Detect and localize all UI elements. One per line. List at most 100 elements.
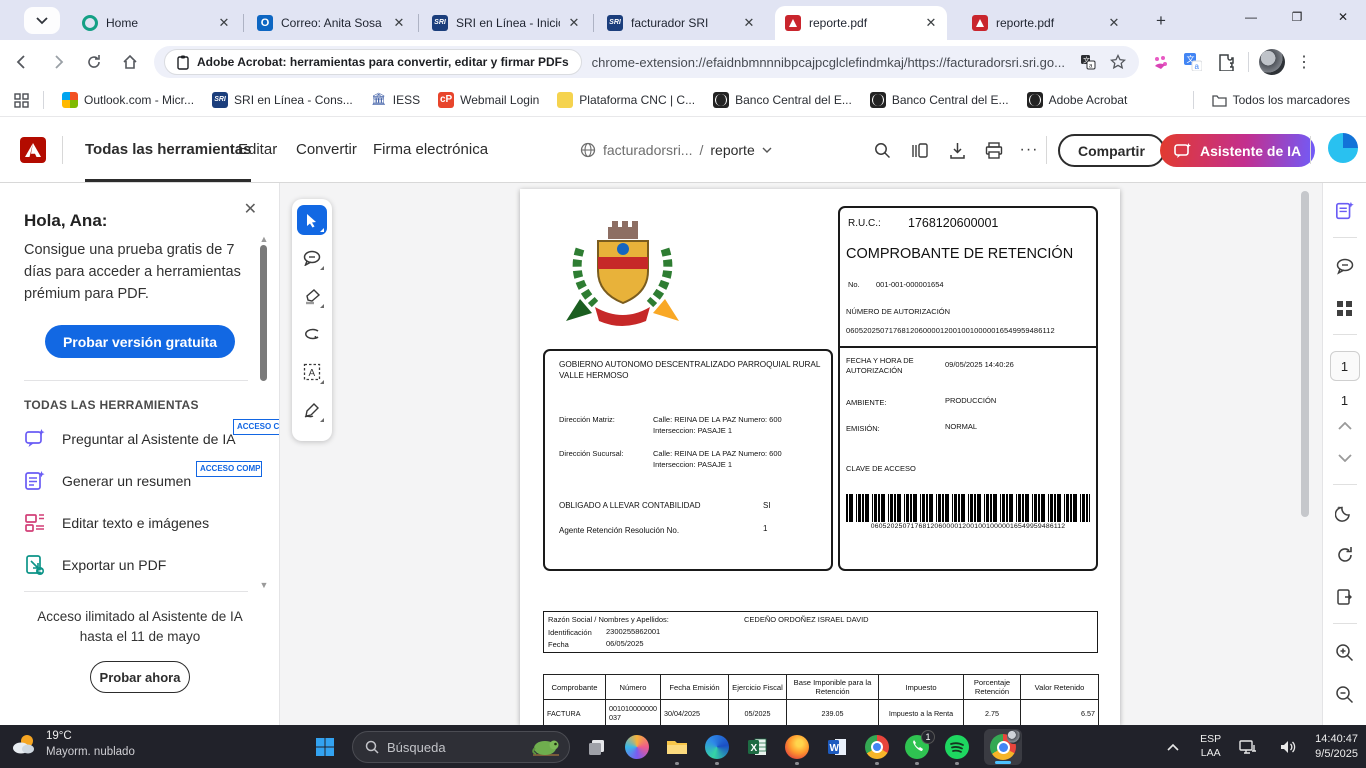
taskbar-search[interactable]: Búsqueda — [352, 731, 570, 763]
bookmark-outlook[interactable]: Outlook.com - Micr... — [62, 92, 194, 108]
tab-home[interactable]: Home ✕ — [72, 6, 240, 40]
close-panel-icon[interactable]: ✕ — [244, 199, 257, 219]
maximize-button[interactable]: ❐ — [1274, 0, 1320, 34]
hidden-icons-chevron[interactable] — [1160, 734, 1186, 760]
try-now-button[interactable]: Probar ahora — [90, 661, 190, 693]
start-button[interactable] — [312, 734, 338, 760]
tab-search-button[interactable] — [24, 7, 60, 34]
site-info-chip[interactable]: Adobe Acrobat: herramientas para convert… — [164, 49, 582, 75]
new-tab-button[interactable]: + — [1150, 10, 1172, 32]
free-trial-button[interactable]: Probar versión gratuita — [45, 325, 235, 358]
highlight-tool-button[interactable] — [297, 281, 327, 311]
whatsapp-button[interactable]: 1 — [904, 734, 930, 760]
bookmark-adobe-acrobat[interactable]: Adobe Acrobat — [1027, 92, 1128, 108]
apps-grid-icon[interactable] — [14, 93, 29, 108]
scroll-up-icon[interactable]: ▲ — [259, 235, 269, 243]
minimize-button[interactable]: — — [1228, 0, 1274, 34]
close-button[interactable]: ✕ — [1320, 0, 1366, 34]
volume-icon[interactable] — [1275, 734, 1301, 760]
all-bookmarks-button[interactable]: Todos los marcadores — [1212, 93, 1350, 107]
document-breadcrumb[interactable]: facturadorsri... / reporte — [580, 117, 772, 182]
pdf-page[interactable]: GOBIERNO AUTONOMO DESCENTRALIZADO PARROQ… — [520, 189, 1120, 725]
extension-pink-icon[interactable] — [1148, 50, 1172, 74]
extract-page-icon[interactable] — [1331, 583, 1359, 611]
tab-close-icon[interactable]: ✕ — [923, 15, 939, 31]
weather-widget[interactable]: 19°C Mayorm. nublado — [10, 729, 135, 760]
comment-tool-button[interactable] — [297, 243, 327, 273]
word-button[interactable]: W — [824, 734, 850, 760]
scroll-down-icon[interactable]: ▼ — [259, 581, 269, 589]
menu-editar[interactable]: Editar — [238, 117, 277, 182]
lasso-tool-button[interactable] — [297, 319, 327, 349]
select-tool-button[interactable] — [297, 205, 327, 235]
tab-reporte-pdf-active[interactable]: reporte.pdf ✕ — [775, 6, 947, 40]
ai-assistant-button[interactable]: Asistente de IA — [1160, 134, 1315, 167]
panel-scrollbar-thumb[interactable] — [260, 245, 267, 381]
excel-button[interactable]: X — [744, 734, 770, 760]
browser-menu-icon[interactable]: ⋮ — [1293, 51, 1315, 73]
omnibox[interactable]: Adobe Acrobat: herramientas para convert… — [154, 46, 1139, 78]
url-text[interactable]: chrome-extension://efaidnbmnnnibpcajpcgl… — [592, 55, 1069, 70]
spotify-button[interactable] — [944, 734, 970, 760]
bookmark-iess[interactable]: 🏛IESS — [371, 92, 420, 108]
search-icon[interactable] — [868, 136, 896, 164]
select-text-tool-button[interactable]: A — [297, 357, 327, 387]
previous-page-icon[interactable] — [1331, 412, 1359, 440]
rotate-page-icon[interactable] — [1331, 541, 1359, 569]
tab-close-icon[interactable]: ✕ — [391, 15, 407, 31]
reload-icon[interactable] — [80, 48, 108, 76]
thumbnails-grid-icon[interactable] — [1331, 294, 1359, 322]
current-page-input[interactable]: 1 — [1330, 351, 1360, 381]
tab-facturador-sri[interactable]: SRI facturador SRI ✕ — [597, 6, 765, 40]
share-button[interactable]: Compartir — [1058, 134, 1165, 167]
bookmark-star-icon[interactable] — [1107, 51, 1129, 73]
tool-editar-texto[interactable]: Editar texto e imágenes — [24, 508, 280, 538]
tab-reporte-pdf-2[interactable]: reporte.pdf ✕ — [962, 6, 1130, 40]
translate-icon[interactable]: 文a — [1077, 51, 1099, 73]
chrome-active-window-button[interactable] — [984, 729, 1022, 765]
network-icon[interactable] — [1235, 734, 1261, 760]
zoom-out-icon[interactable] — [1331, 680, 1359, 708]
bookmark-banco-central-2[interactable]: Banco Central del E... — [870, 92, 1009, 108]
zoom-in-icon[interactable] — [1331, 638, 1359, 666]
signature-tool-button[interactable] — [297, 395, 327, 425]
clock-widget[interactable]: 14:40:47 9/5/2025 — [1315, 732, 1358, 762]
tab-sri-en-linea[interactable]: SRI SRI en Línea - Inicio ✕ — [422, 6, 590, 40]
document-scrollbar-thumb[interactable] — [1301, 191, 1309, 517]
tool-exportar-pdf[interactable]: Exportar un PDF — [24, 550, 280, 580]
tab-close-icon[interactable]: ✕ — [1106, 15, 1122, 31]
task-view-button[interactable] — [584, 734, 610, 760]
extensions-puzzle-icon[interactable] — [1214, 50, 1238, 74]
edge-button[interactable] — [704, 734, 730, 760]
ai-summary-icon[interactable] — [1331, 197, 1359, 225]
download-icon[interactable] — [943, 136, 971, 164]
profile-avatar[interactable] — [1259, 49, 1285, 75]
print-icon[interactable] — [980, 136, 1008, 164]
dark-mode-icon[interactable] — [1331, 499, 1359, 527]
more-options-icon[interactable]: ··· — [1015, 136, 1043, 164]
menu-convertir[interactable]: Convertir — [296, 117, 357, 182]
bookmark-banco-central-1[interactable]: Banco Central del E... — [713, 92, 852, 108]
next-page-icon[interactable] — [1331, 444, 1359, 472]
copilot-button[interactable] — [624, 734, 650, 760]
firefox-button[interactable] — [784, 734, 810, 760]
comments-panel-icon[interactable] — [1331, 252, 1359, 280]
menu-todas-las-herramientas[interactable]: Todas las herramientas — [85, 117, 251, 182]
back-icon[interactable] — [8, 48, 36, 76]
tab-close-icon[interactable]: ✕ — [741, 15, 757, 31]
tab-close-icon[interactable]: ✕ — [566, 15, 582, 31]
language-indicator[interactable]: ESP LAA — [1200, 733, 1221, 760]
tab-close-icon[interactable]: ✕ — [216, 15, 232, 31]
menu-firma-electronica[interactable]: Firma electrónica — [373, 117, 488, 182]
tab-correo[interactable]: O Correo: Anita Sosa - O ✕ — [247, 6, 415, 40]
adobe-account-avatar[interactable] — [1328, 133, 1358, 163]
bookmark-cnc[interactable]: Plataforma CNC | C... — [557, 92, 695, 108]
bookmark-sri[interactable]: SRISRI en Línea - Cons... — [212, 92, 353, 108]
google-translate-icon[interactable]: 文a — [1181, 50, 1205, 74]
home-icon[interactable] — [116, 48, 144, 76]
adobe-acrobat-logo[interactable] — [20, 137, 46, 163]
page-thumbnails-icon[interactable] — [906, 136, 934, 164]
bookmark-webmail[interactable]: cPWebmail Login — [438, 92, 539, 108]
forward-icon[interactable] — [44, 48, 72, 76]
file-explorer-button[interactable] — [664, 734, 690, 760]
